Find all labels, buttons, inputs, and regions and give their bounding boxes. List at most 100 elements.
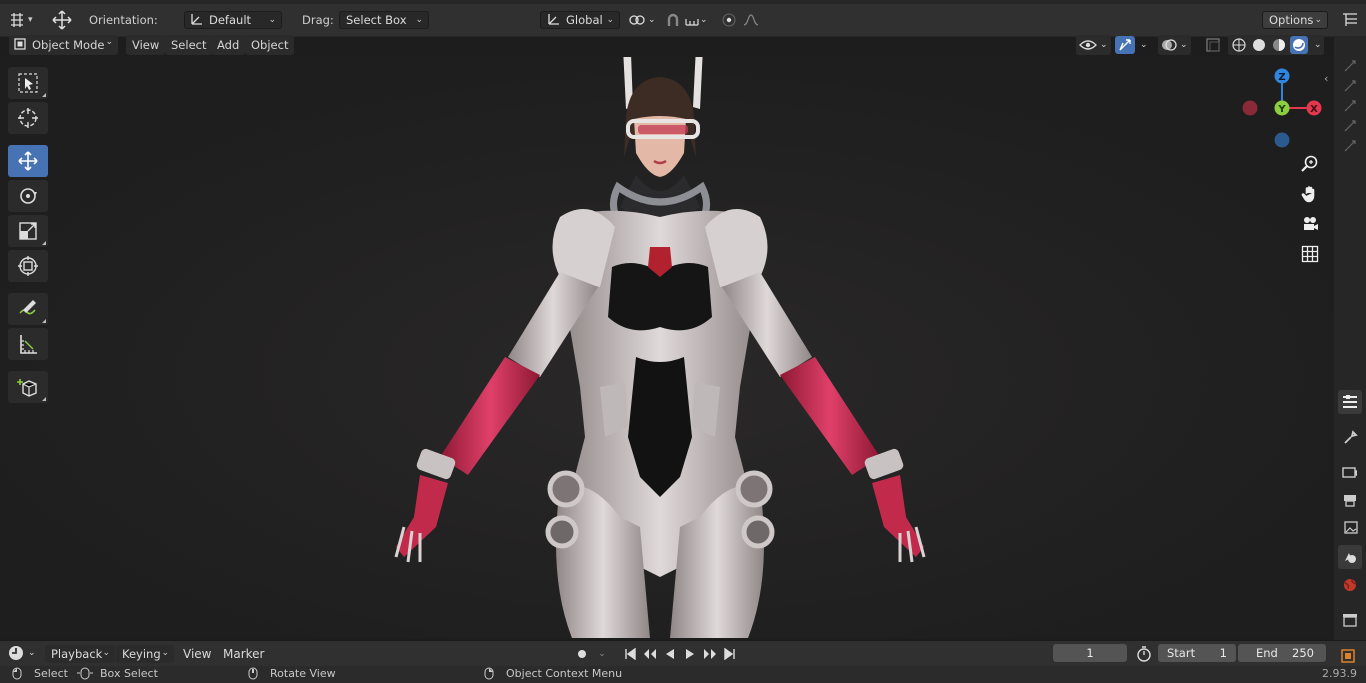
cursor-icon (18, 108, 38, 128)
chevron-down-icon: ⌄ (415, 15, 423, 25)
jump-to-keyframe-next-icon[interactable] (700, 645, 720, 663)
chevron-down-icon: ⌄ (648, 15, 656, 25)
shading-modes: ⌄ (1228, 35, 1324, 55)
rotate-tool[interactable] (8, 180, 48, 212)
visibility-dropdown[interactable]: ⌄ (1076, 35, 1111, 55)
annotate-tool[interactable] (8, 293, 48, 325)
collection-tab-icon[interactable] (1338, 608, 1362, 632)
falloff-curve-icon[interactable] (740, 10, 762, 30)
snap-toggle[interactable]: ⌄ (662, 10, 708, 30)
character-model (0, 57, 1334, 638)
start-value: 1 (1219, 646, 1227, 660)
chevron-down-icon: ⌄ (1314, 15, 1322, 25)
sidebar-toggle-icon[interactable] (1342, 10, 1358, 30)
orientation-icon (191, 13, 203, 28)
transform-orientation-dropdown[interactable]: Global ⌄ (540, 11, 620, 29)
orientation-dropdown[interactable]: Default ⌄ (184, 11, 282, 29)
select-box-icon (18, 73, 38, 93)
menu-object[interactable]: Object (245, 35, 295, 55)
navigation-gizmo[interactable]: Z X Y (1238, 65, 1328, 155)
mode-dropdown[interactable]: Object Mode ⌄ (9, 35, 118, 55)
jump-to-start-icon[interactable] (620, 645, 640, 663)
timeline-editor-type[interactable]: ⌄ (8, 645, 36, 661)
end-label: End (1256, 646, 1278, 660)
gizmo-neg-z[interactable] (1274, 132, 1290, 148)
chevron-down-icon: ⌄ (268, 15, 276, 25)
gizmo-neg-x[interactable] (1242, 100, 1258, 116)
material-preview-icon[interactable] (1270, 36, 1288, 54)
pivot-point-dropdown[interactable]: ⌄ (626, 10, 656, 30)
move-tool[interactable] (8, 145, 48, 177)
solid-shading-icon[interactable] (1250, 36, 1268, 54)
view-layer-tab-icon[interactable] (1338, 516, 1362, 540)
play-icon[interactable] (680, 645, 700, 663)
add-cube-icon (17, 379, 37, 397)
keying-menu[interactable]: Keying ⌄ (116, 645, 174, 663)
output-tab-icon[interactable] (1338, 488, 1362, 512)
snap-increment-icon[interactable] (684, 10, 700, 30)
editor-type-selector[interactable]: ▾ (6, 10, 33, 30)
play-reverse-icon[interactable] (660, 645, 680, 663)
transform-icon (18, 256, 38, 276)
camera-view-icon[interactable] (1296, 210, 1324, 238)
scene-orange-icon[interactable] (1340, 648, 1356, 667)
status-box-select: Box Select (100, 667, 158, 680)
object-mode-icon (14, 37, 26, 53)
proportional-dot-icon (718, 10, 740, 30)
magnet-icon (662, 10, 684, 30)
rendered-shading-icon[interactable] (1290, 36, 1308, 54)
cursor-tool[interactable] (8, 102, 48, 134)
timeline-marker-menu[interactable]: Marker (223, 647, 264, 661)
add-cube-tool[interactable] (8, 371, 48, 403)
jump-to-end-icon[interactable] (720, 645, 740, 663)
global-axis-icon (547, 12, 560, 28)
pan-hand-icon[interactable] (1296, 180, 1324, 208)
tool-variants-indicator (42, 93, 46, 97)
move-tool-settings-icon[interactable] (50, 10, 74, 30)
menu-select[interactable]: Select (165, 35, 213, 55)
status-bar: Select Box Select Rotate View Object Con… (0, 666, 1366, 683)
menu-add[interactable]: Add (211, 35, 246, 55)
current-frame-field[interactable]: 1 (1053, 644, 1127, 662)
timeline-view-menu[interactable]: View (183, 647, 211, 661)
link-pivot-icon (626, 10, 648, 30)
properties-editor-icon[interactable] (1338, 390, 1362, 414)
chevron-down-icon: ⌄ (1314, 40, 1322, 50)
measure-icon (20, 335, 37, 354)
auto-keying-record-icon[interactable] (572, 645, 592, 663)
end-frame-field[interactable]: End 250 (1238, 644, 1326, 662)
wireframe-shading-icon[interactable] (1230, 36, 1248, 54)
menu-view[interactable]: View (126, 35, 166, 55)
measure-tool[interactable] (8, 328, 48, 360)
zoom-icon[interactable] (1296, 150, 1324, 178)
transform-tool[interactable] (8, 250, 48, 282)
collapse-arrow-icon[interactable]: ‹ (1324, 72, 1328, 85)
tool-header: ▾ Orientation: Default ⌄ Drag: Select Bo… (0, 0, 1366, 37)
chevron-down-icon: ⌄ (105, 37, 113, 47)
mouse-right-icon (484, 667, 494, 680)
tool-settings-tab-icon[interactable] (1338, 134, 1362, 158)
perspective-grid-icon[interactable] (1296, 240, 1324, 268)
stopwatch-icon[interactable] (1136, 646, 1152, 665)
proportional-editing-toggle[interactable] (718, 10, 762, 30)
select-box-tool[interactable] (8, 67, 48, 99)
scale-tool[interactable] (8, 215, 48, 247)
xray-toggle[interactable] (1202, 35, 1224, 55)
tool-tab-icon[interactable] (1338, 426, 1362, 450)
overlay-toggle[interactable]: ⌄ (1158, 35, 1191, 55)
jump-to-keyframe-prev-icon[interactable] (640, 645, 660, 663)
start-frame-field[interactable]: Start 1 (1158, 644, 1236, 662)
scene-tab-icon[interactable] (1338, 545, 1362, 569)
drag-dropdown[interactable]: Select Box ⌄ (339, 11, 429, 29)
mouse-middle-icon (248, 667, 258, 680)
3d-viewport[interactable]: Z X Y (0, 57, 1334, 638)
rotate-icon (20, 188, 37, 204)
playback-menu[interactable]: Playback ⌄ (45, 645, 115, 663)
chevron-down-icon[interactable]: ⌄ (592, 645, 612, 663)
world-tab-icon[interactable] (1338, 573, 1362, 597)
status-select: Select (34, 667, 68, 680)
gizmo-toggle[interactable]: ⌄ (1113, 35, 1150, 55)
options-dropdown[interactable]: Options ⌄ (1262, 11, 1328, 29)
chevron-down-icon: ⌄ (700, 15, 708, 25)
render-tab-icon[interactable] (1338, 460, 1362, 484)
